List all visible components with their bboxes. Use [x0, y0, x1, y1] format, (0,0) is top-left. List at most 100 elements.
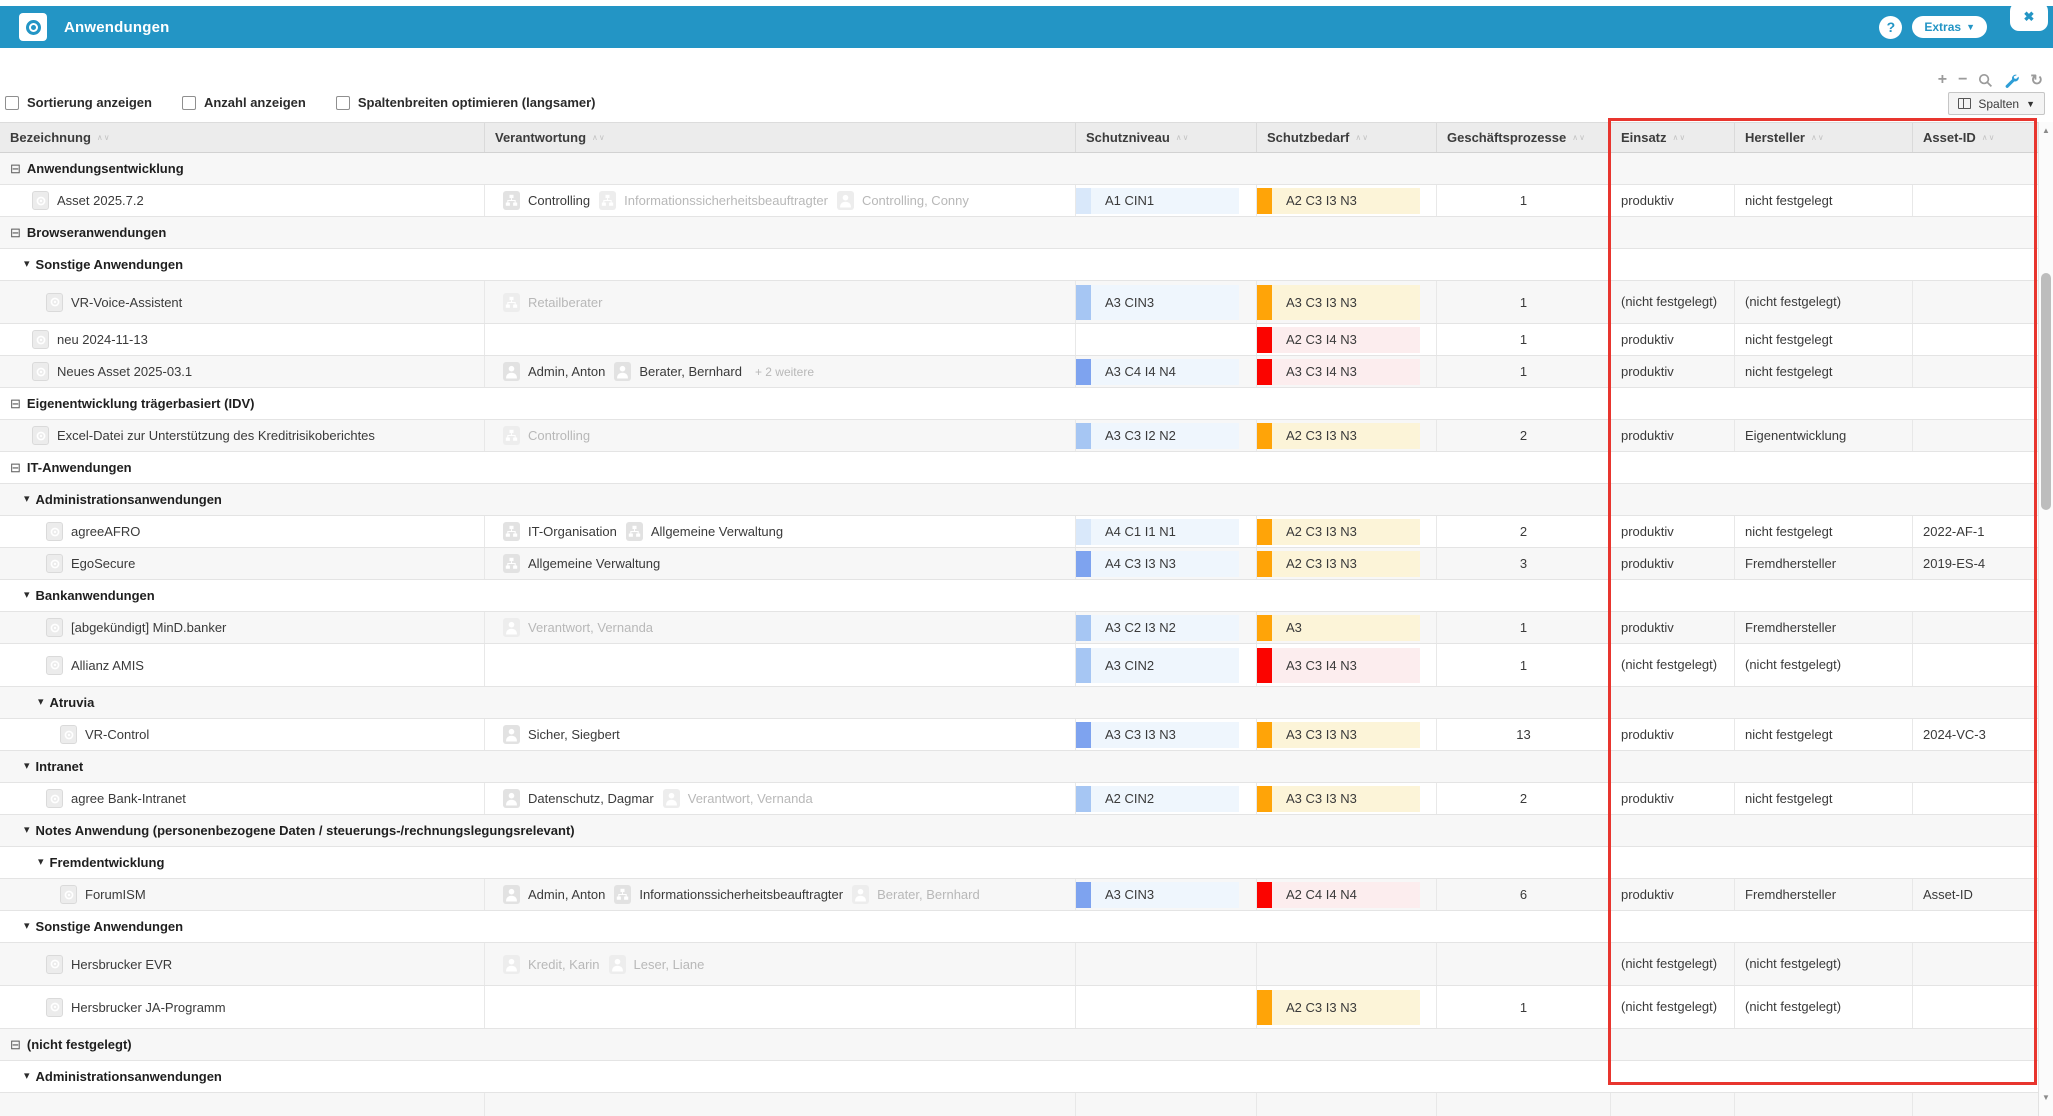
settings-wrench-icon[interactable]: [2004, 73, 2019, 88]
responsibility-chip[interactable]: Berater, Bernhard: [614, 362, 742, 381]
sort-arrows-icon[interactable]: ∧∨: [1176, 133, 1190, 142]
search-icon[interactable]: [1978, 73, 1993, 88]
group-row[interactable]: ⊟IT-Anwendungen: [0, 452, 2038, 484]
sort-arrows-icon[interactable]: ∧∨: [1572, 133, 1586, 142]
scrollbar-thumb[interactable]: [2041, 273, 2051, 510]
table-row[interactable]: EgoSecureAllgemeine VerwaltungA4 C3 I3 N…: [0, 548, 2038, 580]
person-icon: [503, 725, 520, 744]
expand-collapse-icon[interactable]: ▾: [24, 825, 30, 836]
refresh-icon[interactable]: ↻: [2030, 73, 2043, 88]
expand-collapse-icon[interactable]: ⊟: [10, 1038, 21, 1051]
asset-icon: [32, 191, 49, 210]
vertical-scrollbar[interactable]: ▲ ▼: [2038, 122, 2053, 1116]
group-row[interactable]: ▾Administrationsanwendungen: [0, 1061, 2038, 1093]
table-row[interactable]: Allianz AMISA3 CIN2A3 C3 I4 N31(nicht fe…: [0, 644, 2038, 687]
column-header-schutzniveau[interactable]: Schutzniveau∧∨: [1076, 123, 1257, 152]
table-row[interactable]: VR-ControlSicher, SiegbertA3 C3 I3 N3A3 …: [0, 719, 2038, 751]
expand-collapse-icon[interactable]: ⊟: [10, 397, 21, 410]
expand-collapse-icon[interactable]: ⊟: [10, 461, 21, 474]
expand-collapse-icon[interactable]: ▾: [24, 494, 30, 505]
table-row[interactable]: agree Bank-IntranetDatenschutz, DagmarVe…: [0, 783, 2038, 815]
option-anzahl-anzeigen[interactable]: Anzahl anzeigen: [182, 95, 306, 110]
column-header-prozesse[interactable]: Geschäftsprozesse∧∨: [1437, 123, 1611, 152]
group-row[interactable]: ▾Notes Anwendung (personenbezogene Daten…: [0, 815, 2038, 847]
checkbox-anzahl[interactable]: [182, 96, 196, 110]
responsibility-chip[interactable]: IT-Organisation: [503, 522, 617, 541]
sort-arrows-icon[interactable]: ∧∨: [1673, 133, 1687, 142]
table-row[interactable]: ForumISMAdmin, AntonInformationssicherhe…: [0, 879, 2038, 911]
group-row[interactable]: ⊟Eigenentwicklung trägerbasiert (IDV): [0, 388, 2038, 420]
responsibility-chip[interactable]: Allgemeine Verwaltung: [626, 522, 783, 541]
responsibility-chip[interactable]: Sicher, Siegbert: [503, 725, 620, 744]
table-row[interactable]: Excel-Datei zur Unterstützung des Kredit…: [0, 420, 2038, 452]
group-row[interactable]: ▾Sonstige Anwendungen: [0, 249, 2038, 281]
scroll-up-icon[interactable]: ▲: [2039, 126, 2053, 135]
group-row[interactable]: ▾Atruvia: [0, 687, 2038, 719]
expand-collapse-icon[interactable]: ▾: [24, 761, 30, 772]
sort-arrows-icon[interactable]: ∧∨: [1811, 133, 1825, 142]
column-header-assetid[interactable]: Asset-ID∧∨: [1913, 123, 2038, 152]
group-row[interactable]: ▾Bankanwendungen: [0, 580, 2038, 612]
group-row[interactable]: ⊟(nicht festgelegt): [0, 1029, 2038, 1061]
responsibility-chip[interactable]: Allgemeine Verwaltung: [503, 554, 660, 573]
expand-collapse-icon[interactable]: ⊟: [10, 226, 21, 239]
responsibility-chip[interactable]: Berater, Bernhard: [852, 885, 980, 904]
group-row[interactable]: ▾Fremdentwicklung: [0, 847, 2038, 879]
checkbox-sortierung[interactable]: [5, 96, 19, 110]
expand-collapse-icon[interactable]: ⊟: [10, 162, 21, 175]
responsibility-chip[interactable]: Admin, Anton: [503, 885, 605, 904]
expand-collapse-icon[interactable]: ▾: [24, 921, 30, 932]
table-row[interactable]: Neues Asset 2025-03.1Admin, AntonBerater…: [0, 356, 2038, 388]
table-row[interactable]: Hersbrucker JA-ProgrammA2 C3 I3 N31(nich…: [0, 986, 2038, 1029]
responsibility-chip[interactable]: Controlling, Conny: [837, 191, 969, 210]
table-row[interactable]: VR-Voice-AssistentRetailberaterA3 CIN3A3…: [0, 281, 2038, 324]
table-row[interactable]: [abgekündigt] MinD.bankerVerantwort, Ver…: [0, 612, 2038, 644]
group-row[interactable]: ▾Sonstige Anwendungen: [0, 911, 2038, 943]
expand-collapse-icon[interactable]: ▾: [24, 1071, 30, 1082]
responsibility-chip[interactable]: Controlling: [503, 191, 590, 210]
zoom-in-icon[interactable]: +: [1938, 72, 1947, 88]
responsibility-chip[interactable]: Verantwort, Vernanda: [503, 618, 653, 637]
more-responsibilities-link[interactable]: + 2 weitere: [755, 365, 814, 379]
table-row[interactable]: Asset 2025.7.2ControllingInformationssic…: [0, 185, 2038, 217]
responsibility-chip[interactable]: Admin, Anton: [503, 362, 605, 381]
group-row[interactable]: ▾Administrationsanwendungen: [0, 484, 2038, 516]
group-row[interactable]: ⊟Anwendungsentwicklung: [0, 153, 2038, 185]
sort-arrows-icon[interactable]: ∧∨: [592, 133, 606, 142]
expand-collapse-icon[interactable]: ▾: [24, 590, 30, 601]
column-header-hersteller[interactable]: Hersteller∧∨: [1735, 123, 1913, 152]
responsibility-chip[interactable]: Controlling: [503, 426, 590, 445]
sort-arrows-icon[interactable]: ∧∨: [1355, 133, 1369, 142]
expand-collapse-icon[interactable]: ▾: [24, 259, 30, 270]
column-header-einsatz[interactable]: Einsatz∧∨: [1611, 123, 1735, 152]
responsibility-chip[interactable]: Leser, Liane: [609, 955, 705, 974]
responsibility-chip[interactable]: Kredit, Karin: [503, 955, 600, 974]
responsibility-chip[interactable]: Verantwort, Vernanda: [663, 789, 813, 808]
column-header-schutzbedarf[interactable]: Schutzbedarf∧∨: [1257, 123, 1437, 152]
option-sortierung-anzeigen[interactable]: Sortierung anzeigen: [5, 95, 152, 110]
table-row[interactable]: neu 2024-11-13A2 C3 I4 N31produktivnicht…: [0, 324, 2038, 356]
sort-arrows-icon[interactable]: ∧∨: [97, 133, 111, 142]
column-header-bezeichnung[interactable]: Bezeichnung∧∨: [0, 123, 485, 152]
table-row[interactable]: agreeAFROIT-OrganisationAllgemeine Verwa…: [0, 516, 2038, 548]
expand-collapse-icon[interactable]: ▾: [38, 857, 44, 868]
expand-collapse-icon[interactable]: ▾: [38, 697, 44, 708]
table-row[interactable]: [0, 1093, 2038, 1116]
group-row[interactable]: ⊟Browseranwendungen: [0, 217, 2038, 249]
help-button[interactable]: ?: [1879, 16, 1902, 39]
table-row[interactable]: Hersbrucker EVRKredit, KarinLeser, Liane…: [0, 943, 2038, 986]
responsibility-chip[interactable]: Datenschutz, Dagmar: [503, 789, 654, 808]
responsibility-chip[interactable]: Retailberater: [503, 293, 602, 312]
responsibility-chip[interactable]: Informationssicherheitsbeauftragter: [599, 191, 828, 210]
spalten-button[interactable]: Spalten ▼: [1948, 92, 2045, 115]
sort-arrows-icon[interactable]: ∧∨: [1982, 133, 1996, 142]
group-row[interactable]: ▾Intranet: [0, 751, 2038, 783]
scroll-down-icon[interactable]: ▼: [2039, 1093, 2053, 1102]
close-button[interactable]: ✖: [2010, 2, 2048, 31]
column-header-verantwortung[interactable]: Verantwortung∧∨: [485, 123, 1076, 152]
responsibility-chip[interactable]: Informationssicherheitsbeauftragter: [614, 885, 843, 904]
extras-button[interactable]: Extras ▼: [1912, 16, 1987, 38]
checkbox-spaltenbreiten[interactable]: [336, 96, 350, 110]
zoom-out-icon[interactable]: −: [1958, 72, 1967, 88]
option-spaltenbreiten-optimieren[interactable]: Spaltenbreiten optimieren (langsamer): [336, 95, 596, 110]
